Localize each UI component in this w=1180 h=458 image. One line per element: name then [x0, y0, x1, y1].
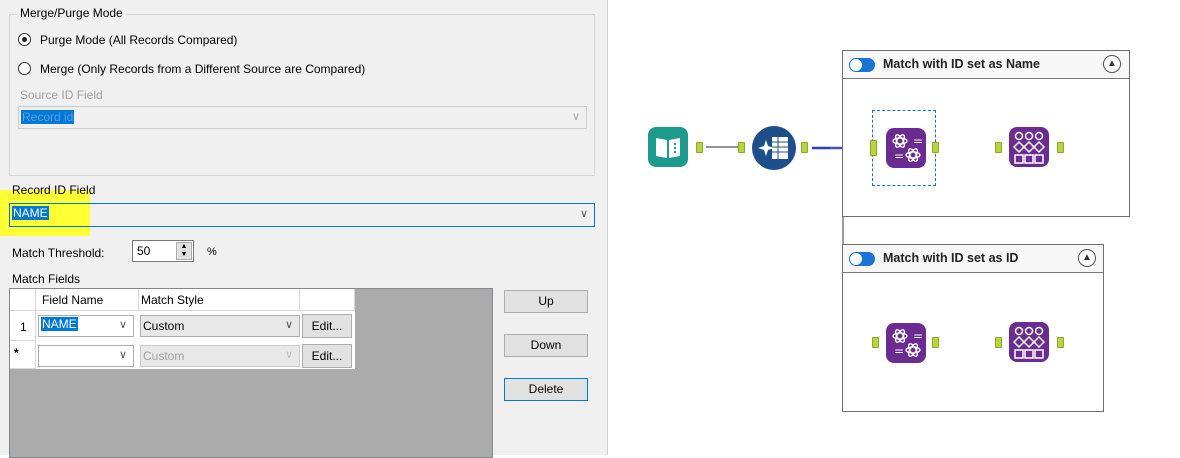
atom-icon: = = — [892, 134, 923, 163]
output-anchor[interactable] — [1057, 142, 1064, 153]
input-anchor[interactable] — [872, 337, 879, 348]
container-toggle[interactable] — [849, 58, 875, 72]
chevron-up-icon[interactable]: ▲ — [1078, 249, 1096, 267]
input-anchor[interactable] — [738, 142, 745, 153]
container-title: Match with ID set as ID — [883, 251, 1019, 265]
output-anchor[interactable] — [932, 142, 939, 153]
container-toggle[interactable] — [849, 252, 875, 266]
input-data-icon[interactable] — [648, 127, 688, 167]
group-shapes-icon — [1012, 326, 1046, 359]
input-anchor[interactable] — [995, 337, 1002, 348]
svg-text:=: = — [913, 329, 923, 343]
svg-text:=: = — [913, 134, 923, 148]
svg-text:=: = — [894, 149, 904, 163]
group-shapes-icon — [1012, 131, 1046, 164]
record-id-icon[interactable] — [752, 126, 796, 170]
book-icon — [656, 138, 680, 158]
toggle-knob — [850, 59, 862, 71]
output-anchor[interactable] — [1057, 337, 1064, 348]
output-anchor[interactable] — [932, 337, 939, 348]
fuzzy-match-icon[interactable]: = = — [886, 323, 926, 363]
chevron-up-icon[interactable]: ▲ — [1103, 55, 1121, 73]
input-anchor[interactable] — [995, 142, 1002, 153]
container-header[interactable]: Match with ID set as Name ▲ — [843, 51, 1129, 79]
container-title: Match with ID set as Name — [883, 57, 1040, 71]
atom-icon: = = — [892, 329, 923, 358]
output-anchor[interactable] — [801, 142, 808, 153]
record-id-glyph — [758, 137, 788, 159]
make-group-icon[interactable] — [1009, 322, 1049, 362]
fuzzy-match-icon[interactable]: = = — [886, 128, 926, 168]
tool-container[interactable]: Match with ID set as ID ▲ — [842, 244, 1104, 412]
make-group-icon[interactable] — [1009, 127, 1049, 167]
svg-text:=: = — [894, 344, 904, 358]
input-anchor[interactable] — [870, 140, 877, 156]
toggle-knob — [850, 253, 862, 265]
output-anchor[interactable] — [696, 142, 703, 153]
container-header[interactable]: Match with ID set as ID ▲ — [843, 245, 1103, 273]
